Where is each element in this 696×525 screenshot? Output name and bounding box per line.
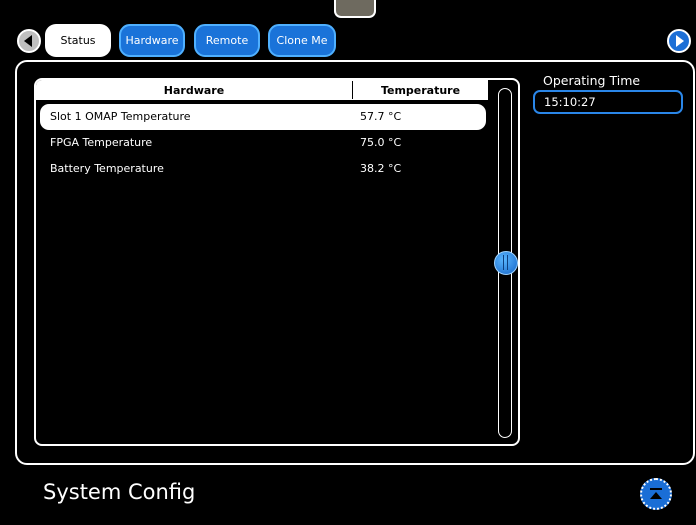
scrollbar-thumb[interactable] [494, 251, 518, 275]
row-hardware-name: FPGA Temperature [50, 136, 153, 149]
operating-time-label: Operating Time [543, 73, 641, 88]
collapse-button[interactable] [640, 478, 672, 510]
row-temperature-value: 75.0 °C [360, 136, 402, 149]
forward-button[interactable] [667, 29, 691, 53]
row-hardware-name: Battery Temperature [50, 162, 164, 175]
right-arrow-icon [676, 35, 684, 47]
row-temperature-value: 38.2 °C [360, 162, 402, 175]
back-button[interactable] [17, 29, 41, 53]
tab-clone-me[interactable]: Clone Me [268, 24, 336, 57]
column-header-temperature[interactable]: Temperature [353, 80, 488, 100]
column-header-hardware[interactable]: Hardware [36, 80, 352, 100]
row-hardware-name: Slot 1 OMAP Temperature [50, 110, 191, 123]
left-arrow-icon [24, 35, 32, 47]
table-row[interactable]: Battery Temperature 38.2 °C [40, 156, 486, 182]
page-title: System Config [43, 480, 196, 504]
hardware-temperature-table: Hardware Temperature Slot 1 OMAP Tempera… [34, 78, 520, 446]
top-drawer-handle[interactable] [334, 0, 376, 18]
tab-remote[interactable]: Remote [194, 24, 260, 57]
table-row[interactable]: Slot 1 OMAP Temperature 57.7 °C [40, 104, 486, 130]
table-header: Hardware Temperature [36, 80, 488, 100]
row-temperature-value: 57.7 °C [360, 110, 402, 123]
table-row[interactable]: FPGA Temperature 75.0 °C [40, 130, 486, 156]
operating-time-field: 15:10:27 [533, 90, 683, 114]
tab-hardware[interactable]: Hardware [119, 24, 185, 57]
tab-status[interactable]: Status [45, 24, 111, 57]
collapse-up-icon [650, 488, 662, 499]
